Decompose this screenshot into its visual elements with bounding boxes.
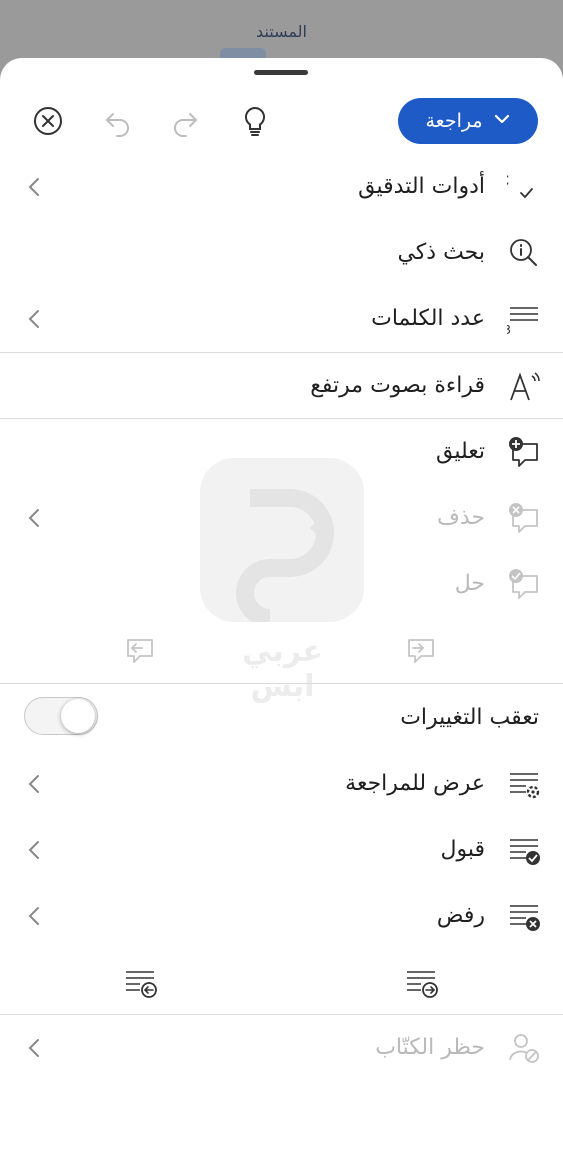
- display-for-review-icon: [507, 768, 541, 800]
- chevron-left-icon: [26, 773, 42, 795]
- menu-item-label: حذف: [437, 505, 485, 530]
- menu-item-read-aloud[interactable]: قراءة بصوت مرتفع: [0, 353, 563, 419]
- chevron-left-icon: [26, 839, 42, 861]
- track-changes-toggle[interactable]: [24, 697, 98, 735]
- previous-comment-icon[interactable]: [124, 632, 158, 666]
- menu-item-label: عرض للمراجعة: [345, 771, 485, 796]
- menu-item-word-count[interactable]: 123- عدد الكلمات: [0, 286, 563, 352]
- word-count-icon: 123-: [484, 303, 541, 337]
- block-authors-icon: [507, 1032, 541, 1064]
- menu-item-delete-comment[interactable]: حذف: [0, 485, 563, 551]
- ribbon-tab-selector-button[interactable]: مراجعة: [398, 98, 538, 144]
- next-comment-icon[interactable]: [405, 632, 439, 666]
- lightbulb-icon[interactable]: [238, 104, 272, 138]
- accept-change-icon: [507, 834, 541, 866]
- menu-item-proofing[interactable]: ABC أدوات التدقيق: [0, 154, 563, 220]
- chevron-left-icon: [26, 507, 42, 529]
- close-circle-icon[interactable]: [31, 104, 65, 138]
- menu-item-track-changes: تعقب التغييرات: [0, 685, 563, 751]
- spellcheck-abc-icon: ABC: [479, 171, 541, 203]
- svg-text:123-: 123-: [507, 323, 511, 335]
- svg-text:ABC: ABC: [507, 174, 509, 189]
- delete-comment-icon: [507, 502, 541, 534]
- menu-item-label: حظر الكتّاب: [375, 1035, 485, 1060]
- menu-item-label: قبول: [440, 837, 485, 862]
- review-bottom-sheet: مراجعة ABC أدوات التدقيق بحث ذكي 123- عد…: [0, 58, 563, 1153]
- menu-item-label: تعليق: [435, 439, 485, 464]
- chevron-left-icon: [26, 308, 42, 330]
- ribbon-tab-label: مراجعة: [425, 110, 483, 132]
- menu-item-label: قراءة بصوت مرتفع: [310, 373, 485, 398]
- menu-item-label: رفض: [436, 903, 485, 928]
- sheet-toolbar: مراجعة: [0, 98, 563, 144]
- chevron-left-icon: [26, 176, 42, 198]
- menu-item-smart-lookup[interactable]: بحث ذكي: [0, 220, 563, 286]
- menu-item-label: بحث ذكي: [397, 240, 485, 265]
- divider: [0, 683, 563, 684]
- menu-item-block-authors[interactable]: حظر الكتّاب: [0, 1015, 563, 1081]
- redo-icon[interactable]: [168, 104, 202, 138]
- menu-item-new-comment[interactable]: تعليق: [0, 419, 563, 485]
- undo-icon[interactable]: [101, 104, 135, 138]
- resolve-comment-icon: [507, 568, 541, 600]
- previous-change-icon[interactable]: [124, 966, 158, 1000]
- menu-item-label: حل: [454, 571, 485, 596]
- menu-item-accept[interactable]: قبول: [0, 817, 563, 883]
- next-change-icon[interactable]: [405, 966, 439, 1000]
- menu-item-reject[interactable]: رفض: [0, 883, 563, 949]
- menu-item-label: عدد الكلمات: [371, 306, 485, 331]
- menu-item-display-for-review[interactable]: عرض للمراجعة: [0, 751, 563, 817]
- read-aloud-icon: [507, 370, 541, 402]
- reject-change-icon: [507, 900, 541, 932]
- menu-item-resolve-comment[interactable]: حل: [0, 551, 563, 617]
- chevron-left-icon: [26, 905, 42, 927]
- new-comment-icon: [507, 436, 541, 468]
- chevron-down-icon: [493, 110, 511, 133]
- menu-item-label: أدوات التدقيق: [358, 174, 485, 199]
- toggle-knob: [61, 699, 95, 733]
- chevron-left-icon: [26, 1037, 42, 1059]
- menu-item-label: تعقب التغييرات: [400, 705, 539, 730]
- smart-lookup-icon: [507, 237, 541, 269]
- sheet-drag-handle[interactable]: [254, 70, 308, 75]
- document-title: المستند: [256, 22, 307, 41]
